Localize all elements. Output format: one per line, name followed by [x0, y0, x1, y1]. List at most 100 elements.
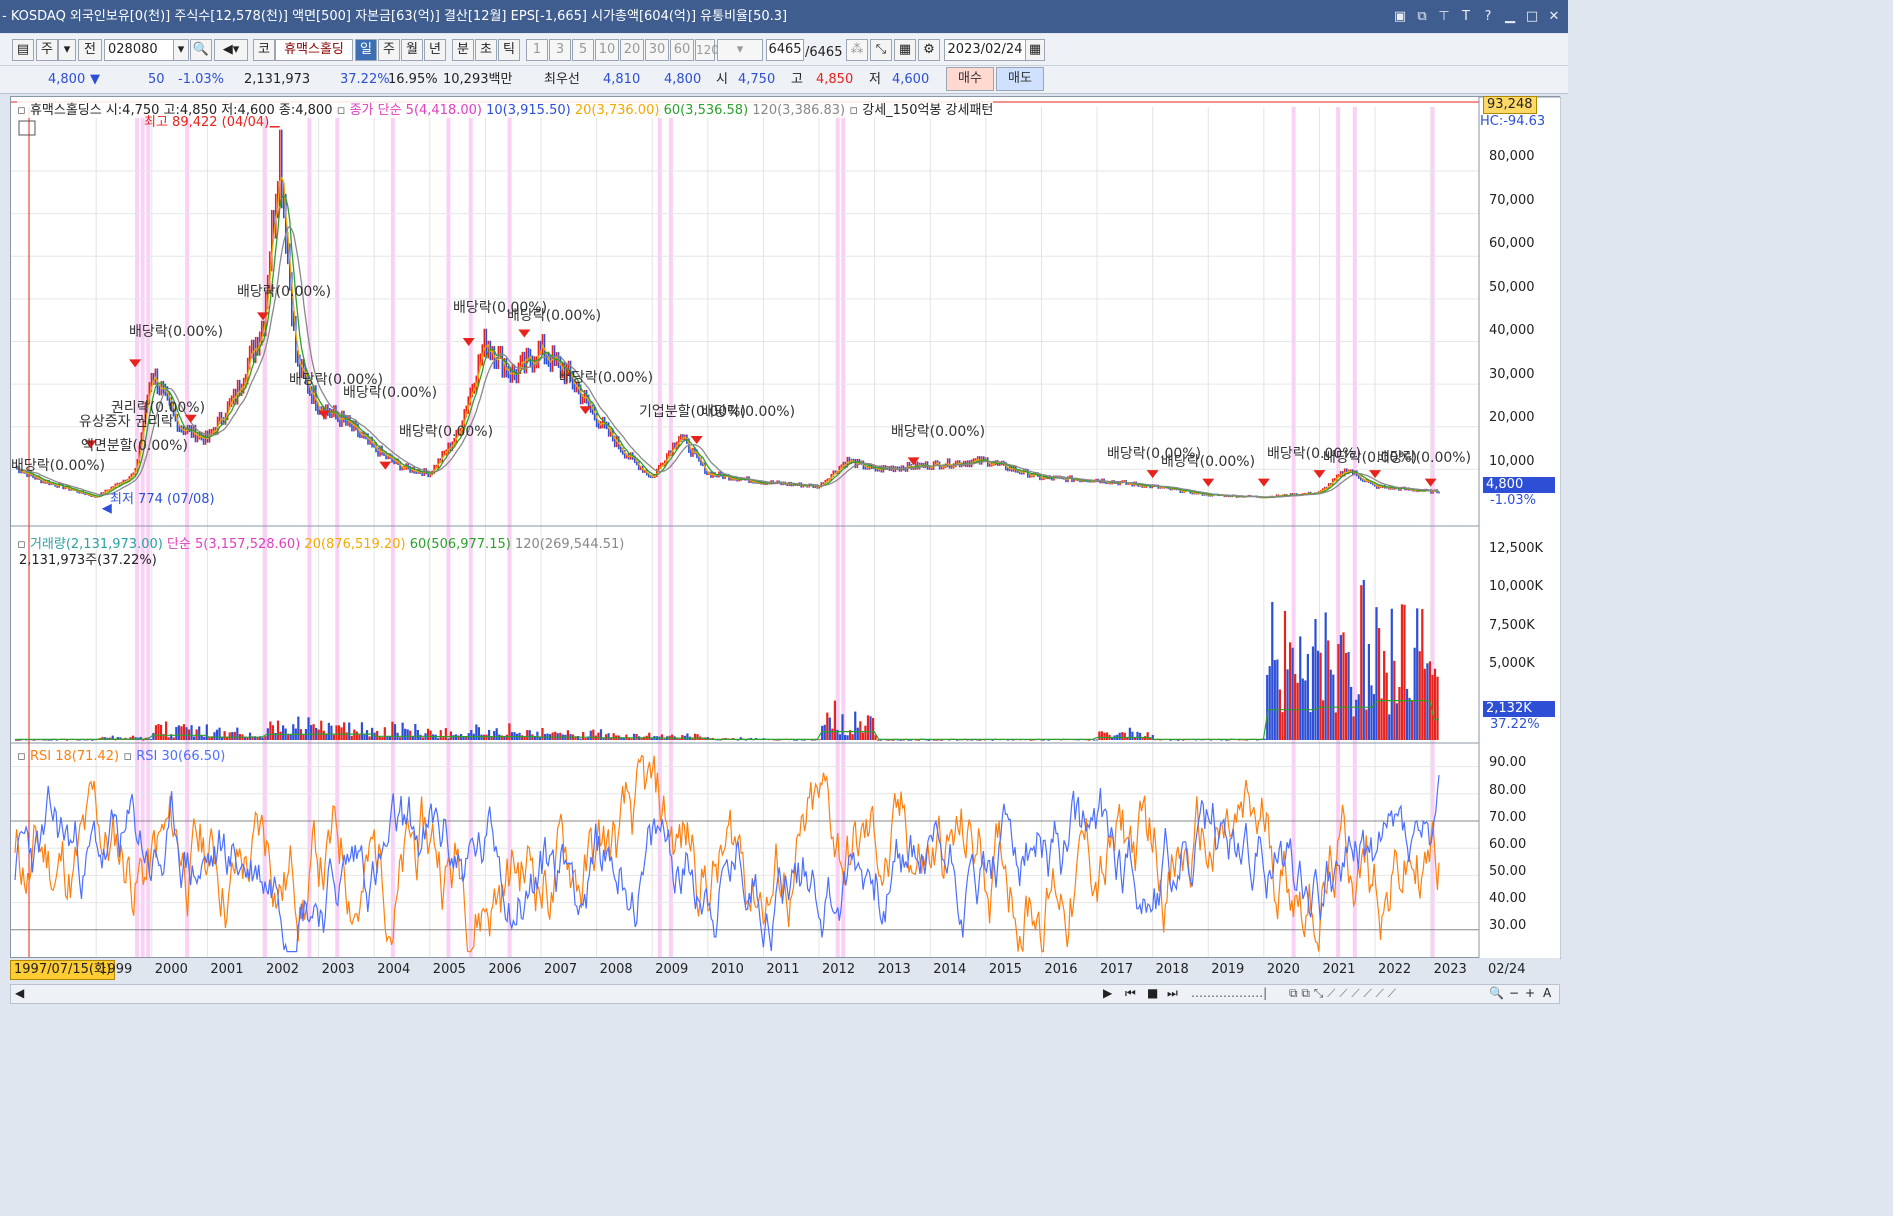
- legend-ma5: 종가 단순 5(4,418.00): [349, 103, 482, 118]
- volume-bar: [327, 722, 330, 740]
- volume-bar: [551, 732, 554, 740]
- auto-scale-icon[interactable]: A: [1543, 986, 1551, 1000]
- save-icon[interactable]: ▦: [894, 39, 916, 61]
- volume-bar: [429, 730, 432, 740]
- x-tick-label: 2008: [599, 962, 633, 977]
- sell-button[interactable]: 매도: [996, 67, 1044, 91]
- volume-bar: [1375, 607, 1378, 740]
- volume-bar: [490, 737, 493, 740]
- volume-bar: [676, 738, 679, 740]
- volume-bar: [157, 723, 160, 740]
- volume-bar: [1367, 644, 1370, 740]
- volume-bar: [607, 733, 610, 740]
- volume-bar: [1408, 697, 1411, 740]
- y-tick: 10,000: [1489, 454, 1535, 469]
- volume-bar: [1141, 737, 1144, 740]
- volume-bar: [1339, 635, 1343, 740]
- volume-bar: [612, 733, 615, 740]
- event-label: 배당락(0.00%): [237, 284, 332, 300]
- buy-button[interactable]: 매수: [946, 67, 994, 91]
- zoom-out-icon[interactable]: −: [1509, 986, 1519, 1000]
- quote-high: 4,850: [816, 72, 854, 87]
- minimize-icon[interactable]: ▁: [1502, 9, 1518, 25]
- interval-5[interactable]: 5: [572, 39, 594, 61]
- volume-bar: [353, 729, 356, 740]
- x-tick-label: 2011: [766, 962, 800, 977]
- tools-icon[interactable]: ⤡: [870, 39, 892, 61]
- chart-area[interactable]: ▫ 휴맥스홀딩스 시:4,750 고:4,850 저:4,600 종:4,800…: [10, 96, 1561, 959]
- volume-bar: [363, 734, 366, 740]
- interval-30[interactable]: 30: [645, 39, 669, 61]
- volume-bar: [597, 732, 600, 740]
- forward-icon[interactable]: ⏭: [1167, 986, 1178, 1001]
- sound-icon[interactable]: ◀▾: [214, 39, 248, 61]
- scroll-right-icon[interactable]: ▶: [1103, 986, 1112, 1000]
- zoom-slider[interactable]: ‥‥‥‥‥‥‥‥‥|: [1191, 986, 1267, 1000]
- volume-bar: [419, 734, 422, 740]
- mode-button[interactable]: 주: [36, 39, 58, 61]
- period-tick[interactable]: 틱: [498, 39, 520, 61]
- x-tick-label: 2003: [321, 962, 355, 977]
- market-button[interactable]: 코: [253, 39, 275, 61]
- interval-60[interactable]: 60: [670, 39, 694, 61]
- close-icon[interactable]: ✕: [1546, 9, 1562, 25]
- volume-bar: [159, 724, 163, 740]
- prev-button[interactable]: 전: [78, 39, 102, 61]
- x-tick-label: 2022: [1378, 962, 1412, 977]
- period-year[interactable]: 년: [424, 39, 446, 61]
- interval-3[interactable]: 3: [549, 39, 571, 61]
- interval-120[interactable]: 120: [695, 39, 719, 61]
- period-day[interactable]: 일: [355, 39, 377, 61]
- magnify-icon[interactable]: 🔍: [1489, 986, 1504, 1000]
- interval-1[interactable]: 1: [526, 39, 548, 61]
- drawing-tools-icon[interactable]: ⧉ ⧉ ⤡ ⟋ ⟋ ⟋ ⟋ ⟋ ⟋: [1289, 986, 1396, 1001]
- layout-icon[interactable]: ▣: [1392, 9, 1408, 25]
- quote-vol-ratio: 37.22%: [340, 72, 390, 87]
- period-month[interactable]: 월: [401, 39, 423, 61]
- volume-bar: [1327, 640, 1330, 740]
- maximize-icon[interactable]: □: [1524, 9, 1540, 25]
- event-arrow: [1424, 478, 1437, 487]
- scroll-left-icon[interactable]: ◀: [15, 986, 24, 1000]
- chart-scrollbar[interactable]: ◀ ▶ ⏮ ■ ⏭ ‥‥‥‥‥‥‥‥‥| ⧉ ⧉ ⤡ ⟋ ⟋ ⟋ ⟋ ⟋ ⟋ 🔍…: [10, 984, 1560, 1004]
- volume-bar: [556, 733, 559, 740]
- count-input[interactable]: 6465: [766, 39, 804, 61]
- volume-bar: [248, 732, 252, 740]
- volume-bar: [320, 720, 323, 740]
- help-icon[interactable]: ?: [1480, 9, 1496, 25]
- zoom-in-icon[interactable]: +: [1525, 986, 1535, 1000]
- rewind-icon[interactable]: ⏮: [1125, 986, 1136, 1001]
- chart-type-icon[interactable]: ▤: [12, 39, 34, 61]
- period-minute[interactable]: 분: [452, 39, 474, 61]
- title-bar: - KOSDAQ 외국인보유[0(천)] 주식수[12,578(천)] 액면[5…: [0, 0, 1568, 33]
- grid-icon[interactable]: ⁂: [846, 39, 868, 61]
- interval-10[interactable]: 10: [595, 39, 619, 61]
- search-icon[interactable]: 🔍: [190, 39, 212, 61]
- settings-icon[interactable]: ⚙: [918, 39, 940, 61]
- period-week[interactable]: 주: [378, 39, 400, 61]
- volume-bar: [1344, 653, 1348, 740]
- volume-bar: [480, 734, 483, 740]
- date-input[interactable]: 2023/02/24: [944, 39, 1026, 61]
- code-input[interactable]: 028080: [104, 39, 174, 61]
- volume-bar: [498, 734, 501, 740]
- calendar-icon[interactable]: ▦: [1025, 39, 1045, 61]
- interval-dropdown-icon[interactable]: ▾: [717, 39, 763, 61]
- period-second[interactable]: 초: [475, 39, 497, 61]
- volume-bar: [1334, 712, 1337, 740]
- volume-bar: [592, 729, 595, 740]
- x-end-label: 02/24: [1488, 962, 1526, 977]
- volume-bar: [859, 721, 862, 740]
- interval-20[interactable]: 20: [620, 39, 644, 61]
- window-icon[interactable]: ⧉: [1414, 9, 1430, 25]
- mode-dropdown-icon[interactable]: ▾: [58, 39, 76, 61]
- stock-name[interactable]: 휴맥스홀딩: [275, 39, 353, 61]
- volume-bar: [1421, 609, 1424, 740]
- volume-bar: [358, 734, 361, 740]
- stop-icon[interactable]: ■: [1147, 986, 1158, 1000]
- event-label: 배당락(0.00%): [559, 370, 654, 386]
- pin-icon[interactable]: ⊤: [1436, 9, 1452, 25]
- font-icon[interactable]: T: [1458, 9, 1474, 25]
- volume-bar: [426, 728, 430, 740]
- code-dropdown-icon[interactable]: ▾: [173, 39, 189, 61]
